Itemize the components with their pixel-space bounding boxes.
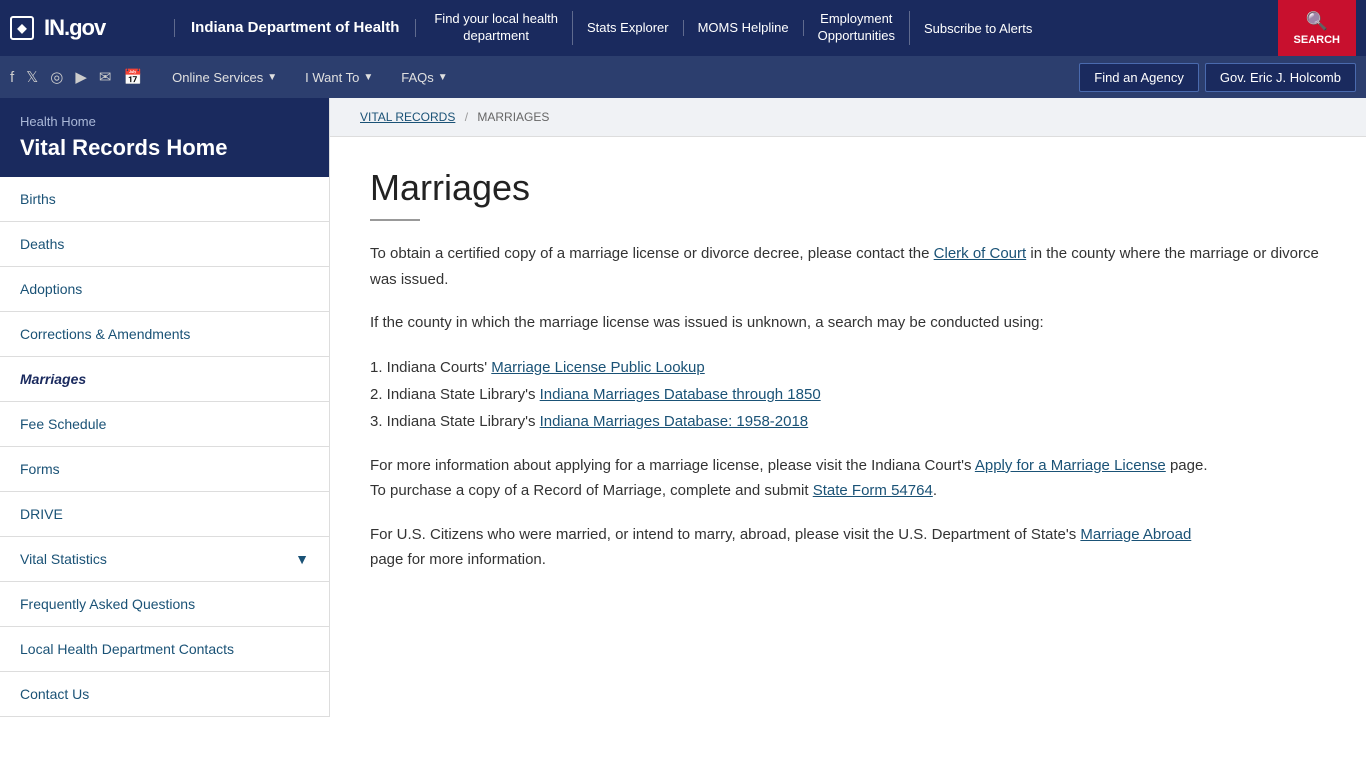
- search-icon: 🔍: [1306, 11, 1328, 32]
- secondary-navigation-bar: f 𝕏 ◎ ▶ ✉ 📅 Online Services ▼ I Want To …: [0, 56, 1366, 98]
- sidebar-item-vital-statistics[interactable]: Vital Statistics ▼: [0, 537, 329, 582]
- sidebar-forms-label: Forms: [20, 461, 60, 477]
- indiana-marriages-1958-2018-link[interactable]: Indiana Marriages Database: 1958-2018: [540, 413, 809, 430]
- page-title: Marriages: [370, 167, 1326, 209]
- content-wrapper: VITAL RECORDS / MARRIAGES Marriages To o…: [330, 98, 1366, 717]
- sidebar-fee-schedule-label: Fee Schedule: [20, 416, 106, 432]
- sidebar-adoptions-label: Adoptions: [20, 281, 82, 297]
- chevron-down-icon: ▼: [438, 72, 448, 83]
- sidebar-local-health-label: Local Health Department Contacts: [20, 641, 234, 657]
- sidebar-item-local-health-contacts[interactable]: Local Health Department Contacts: [0, 627, 329, 672]
- state-logo-icon: ◆: [10, 16, 34, 40]
- para3-after: .: [933, 482, 937, 499]
- sidebar-item-fee-schedule[interactable]: Fee Schedule: [0, 402, 329, 447]
- main-layout: Health Home Vital Records Home Births De…: [0, 98, 1366, 717]
- right-buttons-group: Find an Agency Gov. Eric J. Holcomb: [1079, 63, 1356, 92]
- calendar-icon[interactable]: 📅: [123, 68, 142, 86]
- nav-link-subscribe[interactable]: Subscribe to Alerts: [910, 21, 1046, 36]
- nav-link-employment[interactable]: EmploymentOpportunities: [804, 11, 910, 45]
- para4-before: For U.S. Citizens who were married, or i…: [370, 526, 1080, 543]
- department-name: Indiana Department of Health: [174, 19, 416, 37]
- list-item-1: 1. Indiana Courts' Marriage License Publ…: [370, 354, 1326, 381]
- marriage-license-lookup-link[interactable]: Marriage License Public Lookup: [491, 359, 704, 376]
- marriage-abroad-link[interactable]: Marriage Abroad: [1080, 526, 1191, 543]
- social-icons-group: f 𝕏 ◎ ▶ ✉ 📅: [10, 68, 142, 86]
- state-form-54764-link[interactable]: State Form 54764: [813, 482, 933, 499]
- breadcrumb-separator: /: [465, 110, 468, 124]
- list-item-3: 3. Indiana State Library's Indiana Marri…: [370, 408, 1326, 435]
- search-options-list: 1. Indiana Courts' Marriage License Publ…: [370, 354, 1326, 435]
- chevron-down-icon: ▼: [295, 551, 309, 567]
- facebook-icon[interactable]: f: [10, 69, 14, 86]
- sidebar-item-corrections[interactable]: Corrections & Amendments: [0, 312, 329, 357]
- main-content-area: Marriages To obtain a certified copy of …: [330, 137, 1366, 717]
- apply-marriage-license-link[interactable]: Apply for a Marriage License: [975, 457, 1166, 474]
- paragraph-2: If the county in which the marriage lice…: [370, 310, 1326, 336]
- sidebar-drive-label: DRIVE: [20, 506, 63, 522]
- search-button[interactable]: 🔍 SEARCH: [1278, 0, 1356, 56]
- nav-i-want-to[interactable]: I Want To ▼: [291, 56, 387, 98]
- top-navigation-bar: ◆ IN.gov Indiana Department of Health Fi…: [0, 0, 1366, 56]
- sidebar: Health Home Vital Records Home Births De…: [0, 98, 330, 717]
- sidebar-faq-label: Frequently Asked Questions: [20, 596, 195, 612]
- nav-link-moms-helpline[interactable]: MOMS Helpline: [684, 20, 804, 37]
- sidebar-navigation: Births Deaths Adoptions Corrections & Am…: [0, 177, 329, 717]
- faqs-label: FAQs: [401, 70, 434, 85]
- top-nav-links: Find your local healthdepartment Stats E…: [420, 11, 1277, 45]
- sidebar-item-contact-us[interactable]: Contact Us: [0, 672, 329, 717]
- logo-area: ◆ IN.gov: [10, 15, 170, 41]
- sidebar-deaths-label: Deaths: [20, 236, 64, 252]
- list-item-2: 2. Indiana State Library's Indiana Marri…: [370, 381, 1326, 408]
- sidebar-vital-statistics-label: Vital Statistics: [20, 551, 107, 567]
- sidebar-births-label: Births: [20, 191, 56, 207]
- nav-link-local-health[interactable]: Find your local healthdepartment: [420, 11, 573, 45]
- find-agency-button[interactable]: Find an Agency: [1079, 63, 1199, 92]
- list-item-2-prefix: 2. Indiana State Library's: [370, 386, 540, 403]
- twitter-icon[interactable]: 𝕏: [26, 68, 38, 86]
- sidebar-item-deaths[interactable]: Deaths: [0, 222, 329, 267]
- sidebar-item-forms[interactable]: Forms: [0, 447, 329, 492]
- nav-faqs[interactable]: FAQs ▼: [387, 56, 461, 98]
- breadcrumb-vital-records-link[interactable]: VITAL RECORDS: [360, 110, 455, 124]
- logo-text[interactable]: IN.gov: [44, 15, 105, 41]
- sidebar-item-marriages[interactable]: Marriages: [0, 357, 329, 402]
- para3-before: For more information about applying for …: [370, 457, 975, 474]
- youtube-icon[interactable]: ▶: [75, 68, 87, 86]
- breadcrumb-current: MARRIAGES: [477, 110, 549, 124]
- list-item-3-prefix: 3. Indiana State Library's: [370, 413, 540, 430]
- nav-link-stats-explorer[interactable]: Stats Explorer: [573, 20, 684, 37]
- sidebar-item-births[interactable]: Births: [0, 177, 329, 222]
- para4-after: page for more information.: [370, 551, 546, 568]
- sidebar-marriages-label: Marriages: [20, 371, 86, 387]
- instagram-icon[interactable]: ◎: [50, 68, 63, 86]
- para1-text-before: To obtain a certified copy of a marriage…: [370, 245, 934, 262]
- list-item-1-prefix: 1. Indiana Courts': [370, 359, 491, 376]
- breadcrumb: VITAL RECORDS / MARRIAGES: [330, 98, 1366, 137]
- online-services-label: Online Services: [172, 70, 263, 85]
- paragraph-3: For more information about applying for …: [370, 453, 1326, 504]
- chevron-down-icon: ▼: [363, 72, 373, 83]
- secondary-nav-links: Online Services ▼ I Want To ▼ FAQs ▼: [158, 56, 1079, 98]
- gov-button[interactable]: Gov. Eric J. Holcomb: [1205, 63, 1356, 92]
- sidebar-title[interactable]: Vital Records Home: [20, 135, 309, 161]
- sidebar-contact-us-label: Contact Us: [20, 686, 89, 702]
- chevron-down-icon: ▼: [267, 72, 277, 83]
- title-divider: [370, 219, 420, 221]
- paragraph-1: To obtain a certified copy of a marriage…: [370, 241, 1326, 292]
- sidebar-item-drive[interactable]: DRIVE: [0, 492, 329, 537]
- sidebar-item-faq[interactable]: Frequently Asked Questions: [0, 582, 329, 627]
- sidebar-health-home-label[interactable]: Health Home: [20, 114, 309, 129]
- sidebar-corrections-label: Corrections & Amendments: [20, 326, 190, 342]
- email-icon[interactable]: ✉: [99, 68, 112, 86]
- search-label: SEARCH: [1294, 34, 1340, 46]
- paragraph-4: For U.S. Citizens who were married, or i…: [370, 522, 1326, 573]
- clerk-of-court-link[interactable]: Clerk of Court: [934, 245, 1027, 262]
- nav-online-services[interactable]: Online Services ▼: [158, 56, 291, 98]
- sidebar-item-adoptions[interactable]: Adoptions: [0, 267, 329, 312]
- indiana-marriages-1850-link[interactable]: Indiana Marriages Database through 1850: [540, 386, 821, 403]
- i-want-to-label: I Want To: [305, 70, 359, 85]
- sidebar-header: Health Home Vital Records Home: [0, 98, 329, 177]
